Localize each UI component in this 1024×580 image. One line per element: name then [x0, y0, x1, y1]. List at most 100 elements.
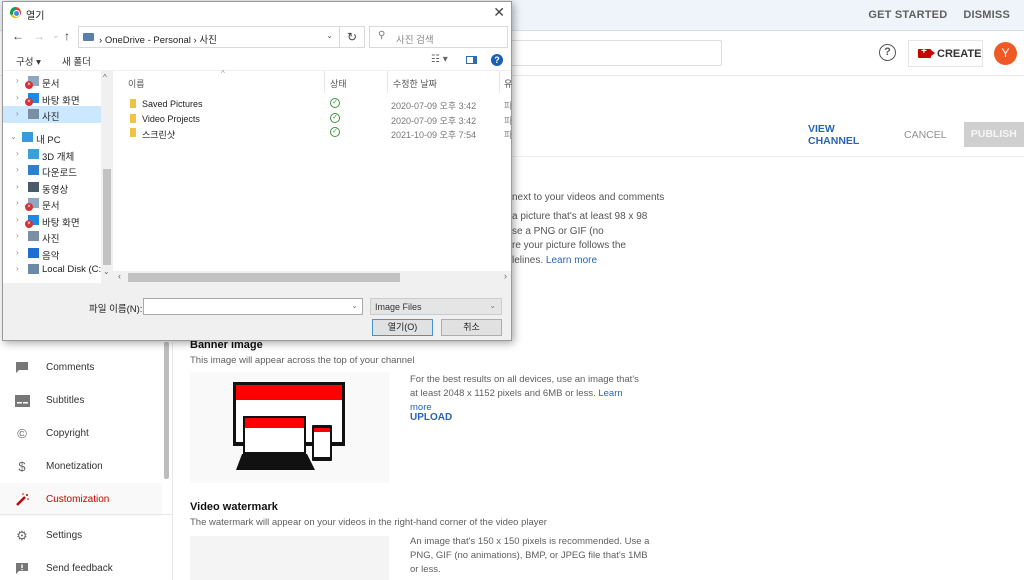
sidebar-item-subtitles[interactable]: Subtitles — [0, 384, 162, 417]
filename-label: 파일 이름(N): — [89, 304, 143, 315]
copyright-icon: © — [17, 426, 27, 441]
help-icon[interactable]: ? — [491, 54, 503, 66]
folder-icon — [28, 148, 39, 159]
column-header-status[interactable]: 상태 — [330, 77, 347, 90]
cancel-button[interactable]: CANCEL — [904, 129, 947, 141]
tree-item[interactable]: › × 문서 — [3, 195, 101, 212]
tree-item[interactable]: › 사진 — [3, 106, 101, 123]
scroll-left-icon[interactable]: ‹ — [118, 271, 121, 281]
get-started-button[interactable]: GET STARTED — [868, 9, 947, 21]
folder-icon — [22, 132, 33, 142]
filename-input[interactable]: ⌄ — [143, 298, 363, 315]
preview-pane-icon[interactable] — [466, 56, 477, 64]
organize-button[interactable]: 구성 ▾ — [16, 54, 41, 68]
file-type-select[interactable]: Image Files ⌄ — [370, 298, 502, 315]
sidebar-item-settings[interactable]: ⚙ Settings — [0, 519, 162, 552]
chevron-right-icon[interactable]: › — [16, 182, 19, 191]
sidebar-item-copyright[interactable]: © Copyright — [0, 417, 162, 450]
chevron-down-icon[interactable]: ⌄ — [351, 301, 358, 310]
breadcrumb-onedrive[interactable]: OneDrive - Personal — [105, 35, 191, 46]
file-row[interactable]: 스크린샷 ✓ 2021-10-09 오후 7:54 파 — [113, 126, 512, 141]
tree-scrollbar[interactable]: ^ ⌄ — [101, 71, 113, 283]
view-options-icon[interactable]: ☷ ▾ — [431, 54, 448, 65]
scroll-right-icon[interactable]: › — [504, 271, 507, 281]
publish-button[interactable]: PUBLISH — [963, 122, 1024, 147]
tree-item[interactable]: › × 바탕 화면 — [3, 90, 101, 107]
search-input[interactable] — [510, 40, 722, 66]
horizontal-scrollbar[interactable]: ‹ › — [113, 271, 511, 284]
scroll-up-icon[interactable]: ^ — [103, 73, 107, 82]
column-header-modified[interactable]: 수정한 날짜 — [393, 77, 437, 90]
chevron-right-icon[interactable]: › — [16, 264, 19, 273]
file-row[interactable]: Video Projects ✓ 2020-07-09 오후 3:42 파 — [113, 112, 512, 127]
tree-item[interactable]: › × 바탕 화면 — [3, 212, 101, 229]
chevron-right-icon[interactable]: › — [16, 198, 19, 207]
sidebar-item-customization[interactable]: Customization — [0, 483, 162, 516]
new-folder-button[interactable]: 새 폴더 — [62, 54, 91, 68]
file-row[interactable]: Saved Pictures ✓ 2020-07-09 오후 3:42 파 — [113, 97, 512, 112]
file-name: Saved Pictures — [142, 99, 203, 109]
breadcrumb-photos[interactable]: 사진 — [199, 35, 216, 46]
sidebar-scrollbar[interactable] — [164, 342, 169, 479]
tree-item[interactable]: › Local Disk (C:) — [3, 261, 104, 278]
scrollbar-thumb[interactable] — [128, 273, 400, 282]
watermark-description: An image that's 150 x 150 pixels is reco… — [410, 536, 650, 575]
chevron-down-icon[interactable]: ⌄ — [10, 132, 17, 141]
sync-status-icon: ✓ — [330, 112, 340, 123]
tree-item-label: 동영상 — [42, 184, 69, 196]
dismiss-button[interactable]: DISMISS — [963, 9, 1010, 21]
column-header-name[interactable]: 이름 — [128, 77, 145, 90]
watermark-preview — [190, 536, 389, 580]
chevron-right-icon[interactable]: › — [16, 109, 19, 118]
chevron-right-icon[interactable]: › — [16, 215, 19, 224]
file-modified-date: 2020-07-09 오후 3:42 — [391, 115, 477, 126]
sidebar-item-comments[interactable]: Comments — [0, 351, 162, 384]
tree-item[interactable]: › 음악 — [3, 245, 101, 262]
address-bar[interactable]: › OneDrive - Personal › 사진 ⌄ — [78, 26, 340, 48]
chevron-right-icon[interactable]: › — [16, 231, 19, 240]
sidebar-item-send-feedback[interactable]: Send feedback — [0, 552, 162, 580]
chevron-right-icon[interactable]: › — [16, 149, 19, 158]
recent-locations-icon[interactable]: ⌄ — [52, 30, 60, 41]
close-icon[interactable]: ✕ — [493, 4, 505, 21]
tree-item[interactable]: › 사진 — [3, 228, 101, 245]
chevron-right-icon[interactable]: › — [16, 76, 19, 85]
search-placeholder: 사진 검색 — [396, 35, 434, 46]
create-button[interactable]: CREATE — [908, 40, 983, 67]
chevron-right-icon[interactable]: › — [16, 93, 19, 102]
cancel-button[interactable]: 취소 — [441, 319, 502, 336]
chevron-right-icon[interactable]: › — [16, 248, 19, 257]
folder-icon — [28, 264, 39, 274]
file-modified-date: 2021-10-09 오후 7:54 — [391, 130, 477, 140]
scroll-down-icon[interactable]: ⌄ — [103, 267, 110, 276]
chevron-right-icon[interactable]: › — [16, 165, 19, 174]
column-header-type[interactable]: 유 — [504, 77, 512, 90]
tree-item[interactable]: ⌄ 내 PC — [3, 129, 101, 146]
back-arrow-icon[interactable]: ← — [12, 29, 24, 43]
up-arrow-icon[interactable]: ↑ — [64, 29, 70, 43]
tree-item[interactable]: › 3D 개체 — [3, 146, 101, 163]
search-input[interactable]: ⚲ 사진 검색 — [369, 26, 508, 48]
scrollbar-thumb[interactable] — [103, 169, 111, 265]
file-modified-date: 2020-07-09 오후 3:42 — [391, 101, 477, 111]
sync-error-icon: × — [25, 81, 33, 89]
folder-icon — [28, 165, 39, 175]
view-channel-button[interactable]: VIEW CHANNEL — [808, 123, 887, 147]
banner-description: For the best results on all devices, use… — [410, 374, 639, 413]
avatar[interactable]: Y — [994, 42, 1017, 65]
tree-item[interactable]: › × 문서 — [3, 73, 101, 90]
sidebar-item-monetization[interactable]: $ Monetization — [0, 450, 162, 483]
chrome-icon — [10, 7, 21, 18]
tree-item[interactable]: › 동영상 — [3, 179, 101, 196]
open-file-dialog: 열기 ✕ ← → ⌄ ↑ › OneDrive - Personal › 사진 … — [2, 1, 512, 341]
refresh-icon[interactable]: ↻ — [340, 26, 365, 48]
learn-more-link[interactable]: Learn more — [546, 255, 597, 266]
forward-arrow-icon[interactable]: → — [33, 29, 45, 43]
chevron-down-icon[interactable]: ⌄ — [326, 31, 333, 40]
tree-item[interactable]: › 다운로드 — [3, 162, 101, 179]
navigation-bar: ← → ⌄ ↑ › OneDrive - Personal › 사진 ⌄ ↻ ⚲… — [3, 24, 511, 49]
open-button[interactable]: 열기(O) — [372, 319, 433, 336]
dialog-toolbar: 구성 ▾ 새 폴더 ☷ ▾ ? — [3, 49, 511, 71]
help-icon[interactable]: ? — [879, 44, 896, 61]
upload-banner-button[interactable]: UPLOAD — [410, 412, 452, 423]
